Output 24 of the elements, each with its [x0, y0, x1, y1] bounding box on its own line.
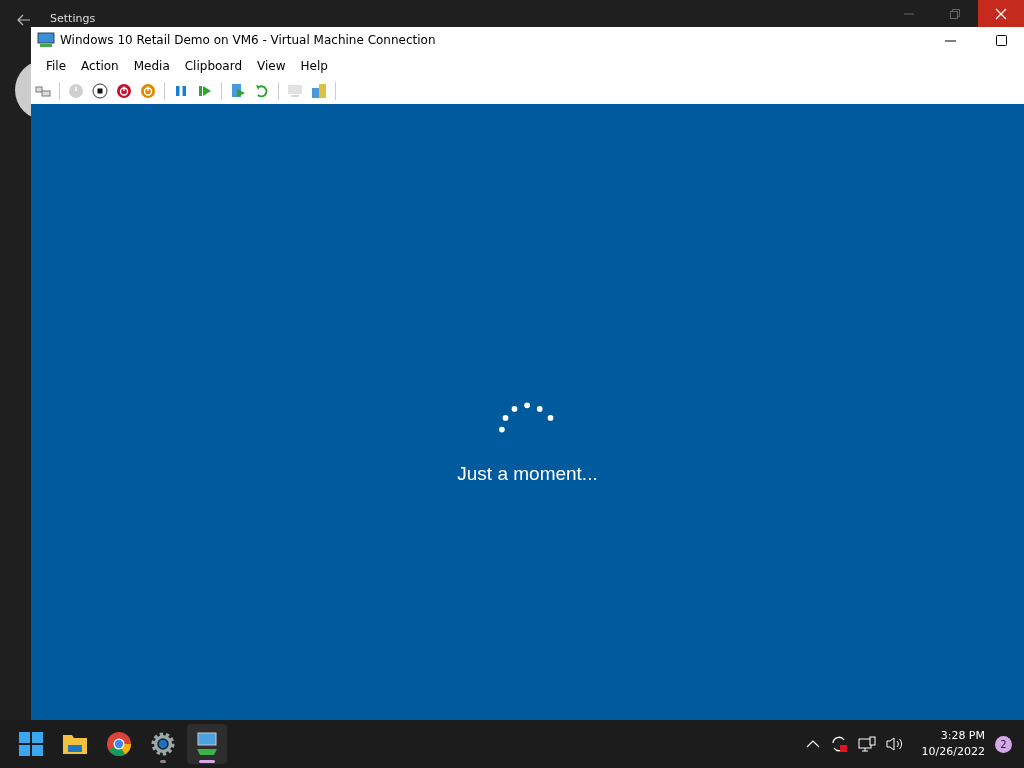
chevron-up-icon[interactable] — [805, 740, 820, 748]
restore-icon[interactable] — [950, 8, 960, 19]
resume-icon[interactable] — [197, 83, 213, 99]
stop-icon[interactable] — [92, 83, 108, 99]
menu-item[interactable]: View — [250, 58, 294, 73]
speaker-icon[interactable] — [885, 736, 904, 752]
close-icon — [995, 7, 1007, 20]
menu-item[interactable]: Clipboard — [177, 58, 251, 73]
maximize-icon[interactable] — [995, 34, 1007, 46]
pause-icon[interactable] — [173, 83, 189, 99]
clock[interactable]: 3:28 PM 10/26/2022 — [921, 728, 985, 760]
monitor-icon — [37, 32, 55, 48]
vm-taskbar-icon[interactable] — [187, 724, 227, 764]
network-icon[interactable] — [857, 736, 876, 752]
menu-item[interactable]: Action — [74, 58, 127, 73]
status-message: Just a moment... — [457, 463, 598, 485]
menu-item[interactable]: File — [39, 58, 75, 73]
window-title: Windows 10 Retail Demo on VM6 - Virtual Machine Connection — [60, 33, 437, 47]
window-title: Settings — [50, 12, 96, 25]
sync-icon[interactable] — [829, 735, 848, 753]
notification-badge[interactable]: 2 — [995, 735, 1012, 753]
menu-item[interactable]: Media — [126, 58, 178, 73]
menu-item[interactable]: Help — [293, 58, 336, 73]
back-arrow-icon[interactable] — [17, 13, 31, 26]
